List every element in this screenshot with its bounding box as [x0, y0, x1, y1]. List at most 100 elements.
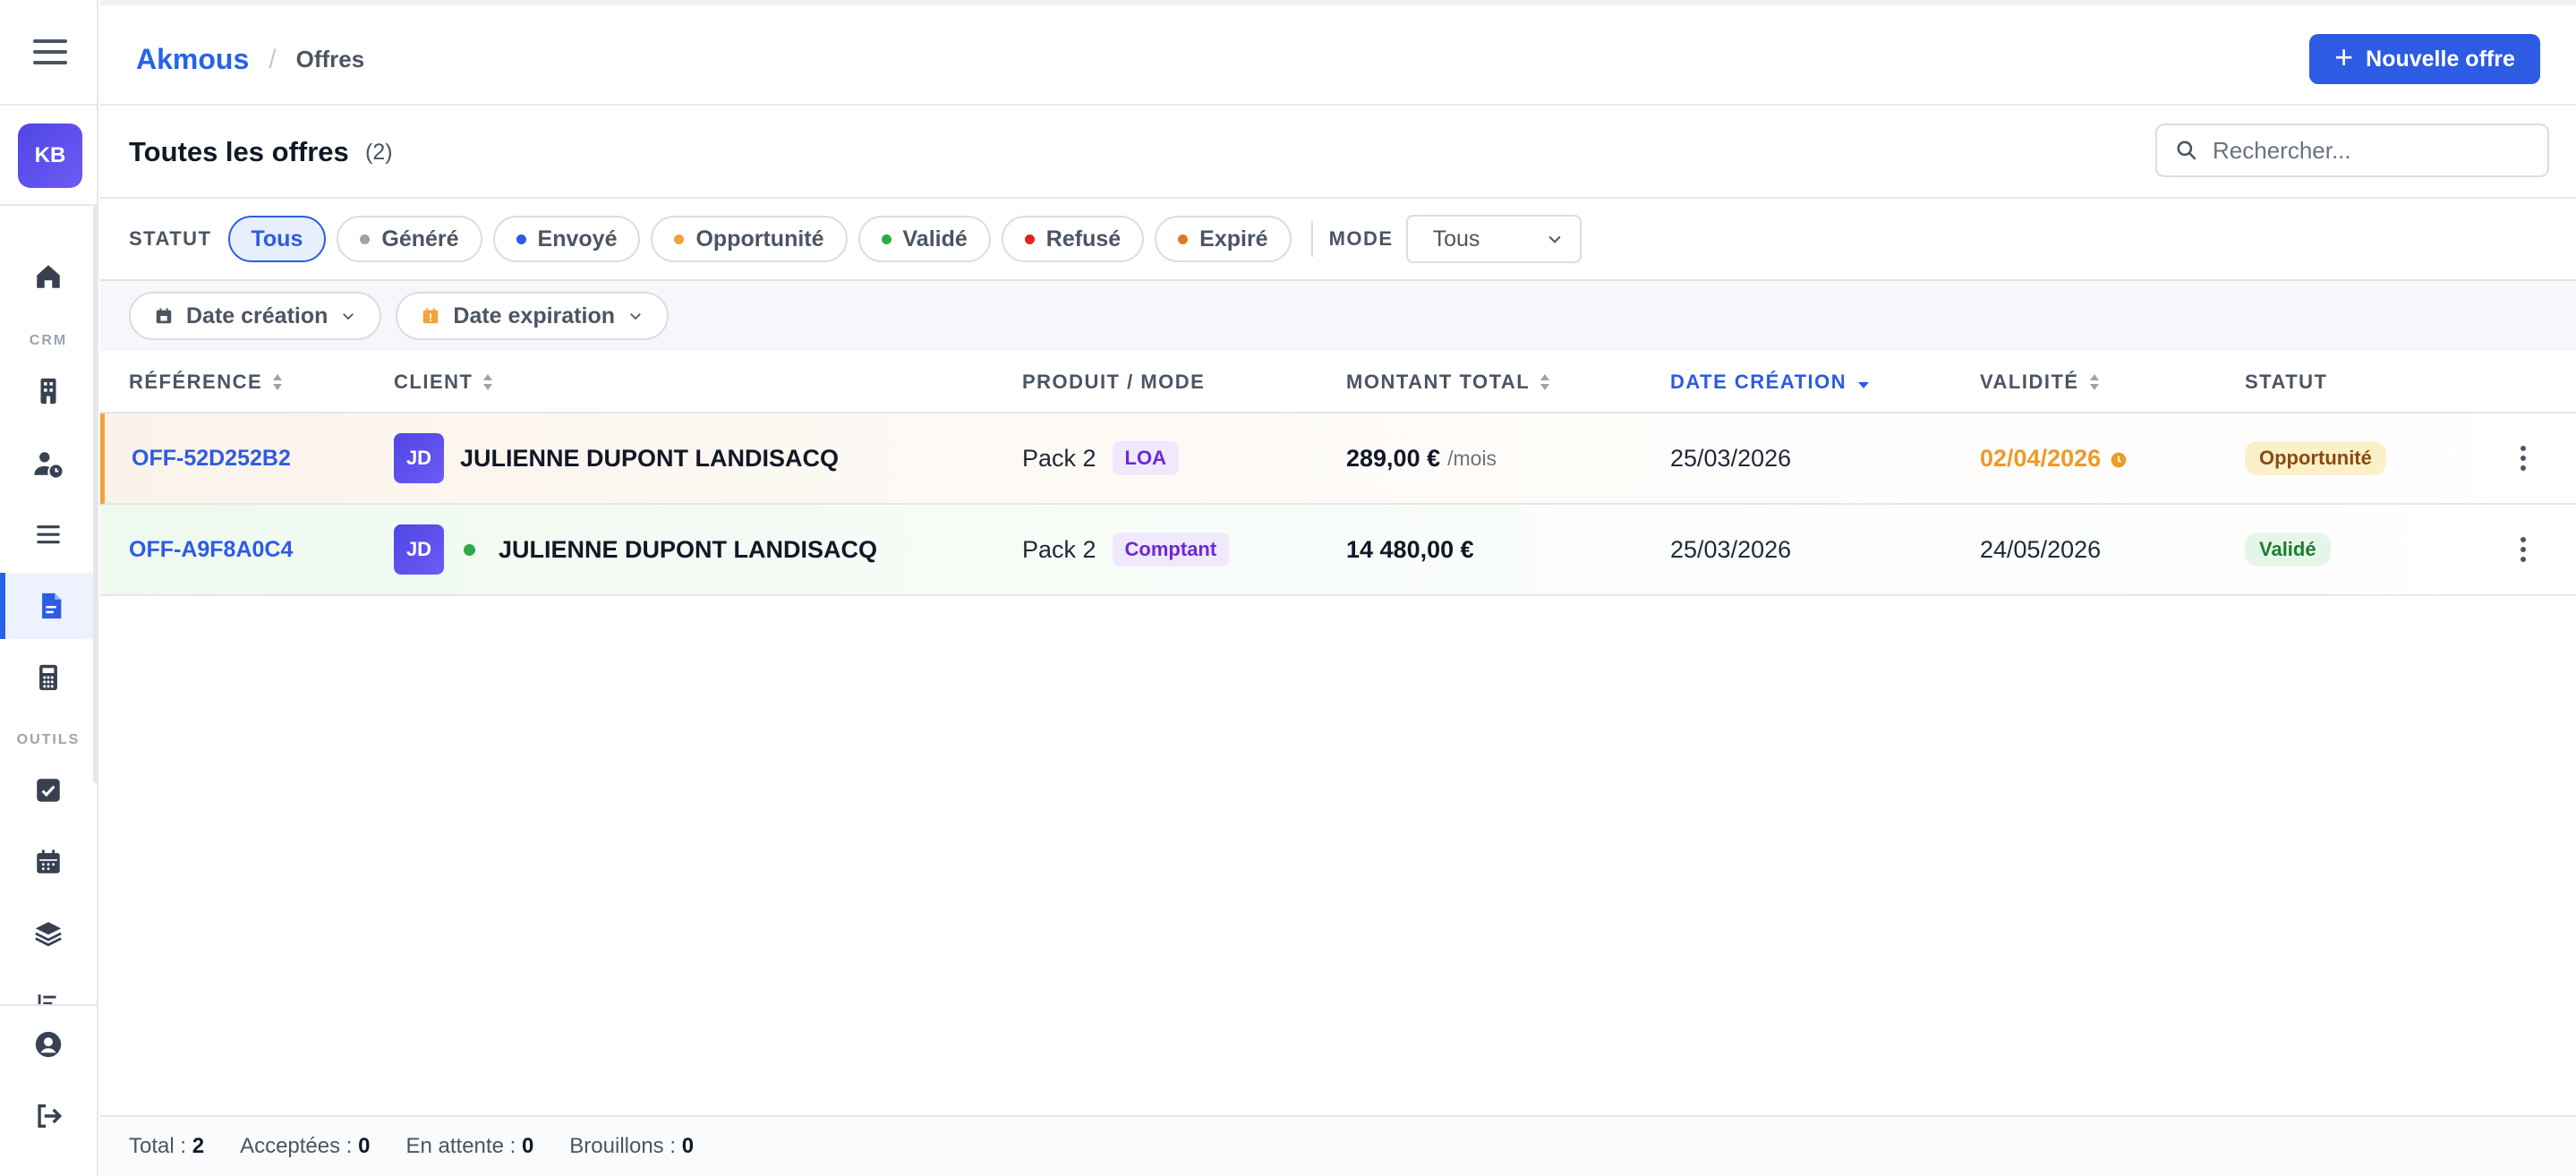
status-dot-icon	[516, 234, 526, 244]
footer-accepted-value: 0	[358, 1134, 371, 1158]
breadcrumb-app[interactable]: Akmous	[136, 43, 249, 76]
status-chip-sent[interactable]: Envoyé	[492, 216, 641, 262]
footer-drafts-value: 0	[681, 1134, 695, 1158]
row-menu-icon[interactable]	[2515, 532, 2531, 567]
status-chip-label: Opportunité	[695, 226, 824, 251]
date-expiration-filter-label: Date expiration	[453, 303, 615, 328]
status-dot-icon	[881, 234, 891, 244]
page-title: Toutes les offres	[129, 136, 349, 167]
cell-reference: OFF-A9F8A0C4	[129, 505, 293, 594]
footer-total-value: 2	[192, 1134, 205, 1158]
search-icon	[2177, 141, 2196, 160]
status-chip-label: Tous	[251, 226, 303, 251]
filter-divider	[1310, 221, 1313, 257]
sidebar-item-offers[interactable]	[0, 573, 97, 639]
client-avatar: JD	[394, 433, 444, 483]
status-chip-label: Envoyé	[537, 226, 618, 251]
column-header-validity[interactable]: VALIDITÉ	[1980, 371, 2101, 394]
cell-product: Pack 2 LOA	[1022, 413, 1179, 503]
footer-pending-label: En attente :	[405, 1134, 516, 1158]
column-header-reference[interactable]: RÉFÉRENCE	[129, 371, 284, 394]
column-header-created[interactable]: DATE CRÉATION	[1670, 371, 1872, 394]
column-header-label: MONTANT TOTAL	[1346, 371, 1531, 393]
cell-client: JD JULIENNE DUPONT LANDISACQ	[394, 505, 877, 594]
sidebar-item-calculator[interactable]	[0, 644, 97, 711]
status-chip-label: Généré	[381, 226, 459, 251]
cell-validity: 24/05/2026	[1980, 505, 2101, 594]
user-circle-icon	[35, 1031, 62, 1058]
building-icon	[40, 378, 56, 405]
cell-amount: 289,00 € /mois	[1346, 413, 1497, 503]
created-date: 25/03/2026	[1670, 444, 1792, 472]
date-filter-bar: Date création Date expiration	[100, 281, 2576, 351]
calendar-warning-icon	[423, 308, 439, 324]
cell-validity: 02/04/2026	[1980, 413, 2128, 503]
sidebar-section-tools: OUTILS	[16, 732, 81, 747]
column-header-product: PRODUIT / MODE	[1022, 371, 1205, 394]
sidebar-item-home[interactable]	[0, 243, 97, 310]
sidebar-item-layers[interactable]	[0, 900, 97, 967]
offer-count: (2)	[365, 140, 393, 165]
breadcrumb-current-page: Offres	[295, 46, 365, 72]
avatar[interactable]: KB	[18, 124, 82, 188]
footer-total-label: Total :	[129, 1134, 187, 1158]
hamburger-menu-icon[interactable]	[33, 39, 67, 70]
column-header-amount[interactable]: MONTANT TOTAL	[1346, 371, 1551, 394]
cell-reference: OFF-52D252B2	[132, 413, 291, 503]
cell-actions	[2515, 505, 2531, 594]
plus-icon: +	[2334, 38, 2354, 75]
status-dot-icon	[1024, 234, 1035, 244]
footer-pending-value: 0	[521, 1134, 534, 1158]
date-creation-filter-label: Date création	[186, 303, 328, 328]
client-name[interactable]: JULIENNE DUPONT LANDISACQ	[499, 536, 877, 564]
sidebar-item-profile[interactable]	[0, 1011, 97, 1078]
new-offer-button-label: Nouvelle offre	[2366, 46, 2515, 72]
sidebar-section-crm: CRM	[29, 333, 68, 348]
status-chip-refused[interactable]: Refusé	[1001, 216, 1145, 262]
date-creation-filter[interactable]: Date création	[129, 292, 382, 340]
sidebar-header	[0, 0, 97, 106]
status-chip-expired[interactable]: Expiré	[1155, 216, 1292, 262]
sidebar-item-contacts[interactable]	[0, 430, 97, 497]
sort-icon	[483, 374, 493, 390]
date-expiration-filter[interactable]: Date expiration	[396, 292, 669, 340]
mode-tag: LOA	[1112, 441, 1179, 475]
sidebar-item-more[interactable]	[0, 971, 97, 1004]
status-badge: Opportunité	[2245, 441, 2386, 475]
table-row[interactable]: OFF-52D252B2 JD JULIENNE DUPONT LANDISAC…	[100, 413, 2576, 505]
sort-desc-icon	[1858, 382, 1870, 388]
chevron-down-icon	[1548, 235, 1561, 243]
sidebar-item-tasks[interactable]	[0, 757, 97, 823]
status-chip-validated[interactable]: Validé	[857, 216, 991, 262]
column-header-label: STATUT	[2245, 371, 2328, 393]
column-header-label: RÉFÉRENCE	[129, 371, 263, 393]
offer-reference-link[interactable]: OFF-A9F8A0C4	[129, 537, 293, 563]
validity-date: 24/05/2026	[1980, 535, 2102, 563]
validity-date: 02/04/2026	[1980, 444, 2102, 472]
status-dot-icon	[360, 234, 371, 244]
sort-icon	[2089, 374, 2099, 390]
status-filter-bar: STATUT Tous Généré Envoyé Opportunité Va…	[100, 199, 2576, 281]
sidebar-item-logout[interactable]	[0, 1083, 97, 1149]
status-chip-all[interactable]: Tous	[227, 216, 327, 262]
row-menu-icon[interactable]	[2515, 440, 2531, 476]
status-chip-generated[interactable]: Généré	[337, 216, 482, 262]
sidebar-item-companies[interactable]	[0, 358, 97, 424]
cell-amount: 14 480,00 €	[1346, 505, 1474, 594]
status-badge: Validé	[2245, 533, 2331, 567]
cell-client: JD JULIENNE DUPONT LANDISACQ	[394, 413, 839, 503]
status-chip-opportunity[interactable]: Opportunité	[651, 216, 848, 262]
cell-created: 25/03/2026	[1670, 413, 1791, 503]
sidebar-item-list[interactable]	[0, 501, 97, 567]
client-name[interactable]: JULIENNE DUPONT LANDISACQ	[460, 445, 839, 473]
table-row[interactable]: OFF-A9F8A0C4 JD JULIENNE DUPONT LANDISAC…	[100, 505, 2576, 596]
new-offer-button[interactable]: + Nouvelle offre	[2309, 34, 2540, 84]
amount-value: 289,00 €	[1346, 444, 1441, 472]
offer-reference-link[interactable]: OFF-52D252B2	[132, 446, 291, 472]
search-input[interactable]	[2213, 136, 2517, 165]
sidebar-item-calendar[interactable]	[0, 829, 97, 895]
mode-select[interactable]: Tous	[1405, 215, 1582, 263]
sidebar-scrollbar[interactable]	[93, 206, 98, 783]
footer-accepted: Acceptées : 0	[240, 1134, 370, 1159]
column-header-client[interactable]: CLIENT	[394, 371, 494, 394]
